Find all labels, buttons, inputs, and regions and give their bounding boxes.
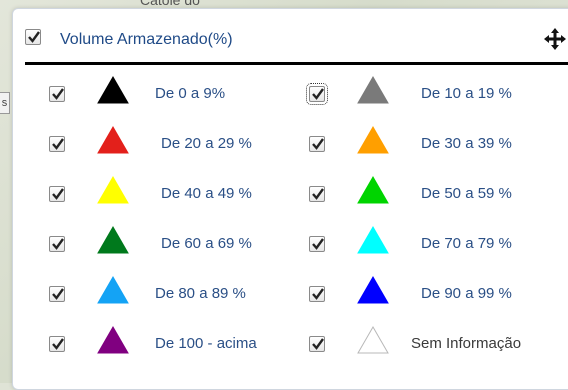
triangle-marker-icon <box>357 275 389 304</box>
check-icon <box>52 338 64 350</box>
legend-item-checkbox[interactable] <box>309 136 325 152</box>
move-icon[interactable] <box>543 27 567 51</box>
triangle-marker-icon <box>97 225 129 254</box>
check-icon <box>312 138 324 150</box>
check-icon <box>52 188 64 200</box>
legend-item-label[interactable]: De 40 a 49 % <box>161 185 252 202</box>
legend-item-checkbox[interactable] <box>309 336 325 352</box>
legend-item-label[interactable]: De 60 a 69 % <box>161 235 252 252</box>
legend-title: Volume Armazenado(%) <box>60 31 233 48</box>
check-icon <box>312 88 324 100</box>
legend-item-checkbox[interactable] <box>49 236 65 252</box>
triangle-marker-icon <box>97 275 129 304</box>
legend-item-label[interactable]: De 20 a 29 % <box>161 135 252 152</box>
legend-item-label[interactable]: De 10 a 19 % <box>421 85 512 102</box>
triangle-marker-icon <box>357 75 389 104</box>
legend-item-checkbox[interactable] <box>49 136 65 152</box>
triangle-marker-icon <box>357 125 389 154</box>
check-icon <box>52 88 64 100</box>
triangle-marker-icon <box>97 75 129 104</box>
legend-item-label[interactable]: De 80 a 89 % <box>155 285 246 302</box>
legend-item-checkbox[interactable] <box>309 286 325 302</box>
legend-item-checkbox[interactable] <box>49 86 65 102</box>
legend-item-checkbox[interactable] <box>49 336 65 352</box>
check-icon <box>312 338 324 350</box>
triangle-marker-icon <box>357 225 389 254</box>
legend-item-label[interactable]: De 100 - acima <box>155 335 257 352</box>
legend-item-checkbox[interactable] <box>309 236 325 252</box>
triangle-marker-icon <box>357 325 389 354</box>
legend-item-checkbox[interactable] <box>49 186 65 202</box>
check-icon <box>312 288 324 300</box>
legend-item-label[interactable]: De 50 a 59 % <box>421 185 512 202</box>
legend-item-label[interactable]: De 70 a 79 % <box>421 235 512 252</box>
legend-panel: Volume Armazenado(%) De 0 a 9% De 10 a 19… <box>12 8 568 390</box>
layer-toggle-checkbox[interactable] <box>25 29 41 45</box>
triangle-marker-icon <box>97 125 129 154</box>
map-edge-control[interactable]: s <box>0 92 10 114</box>
check-icon <box>52 238 64 250</box>
check-icon <box>52 288 64 300</box>
legend-header: Volume Armazenado(%) <box>13 9 568 65</box>
legend-item-label[interactable]: De 0 a 9% <box>155 85 225 102</box>
map-place-label: Catolé do <box>140 0 200 8</box>
legend-item-label[interactable]: De 90 a 99 % <box>421 285 512 302</box>
triangle-marker-icon <box>357 175 389 204</box>
check-icon <box>312 188 324 200</box>
triangle-marker-icon <box>97 175 129 204</box>
legend-item-label[interactable]: Sem Informação <box>411 335 521 352</box>
check-icon <box>312 238 324 250</box>
header-divider <box>25 62 568 65</box>
triangle-marker-icon <box>97 325 129 354</box>
legend-item-checkbox[interactable] <box>309 186 325 202</box>
legend-item-label[interactable]: De 30 a 39 % <box>421 135 512 152</box>
check-icon <box>28 31 40 43</box>
legend-item-checkbox[interactable] <box>306 83 328 105</box>
check-icon <box>52 138 64 150</box>
legend-item-checkbox[interactable] <box>49 286 65 302</box>
